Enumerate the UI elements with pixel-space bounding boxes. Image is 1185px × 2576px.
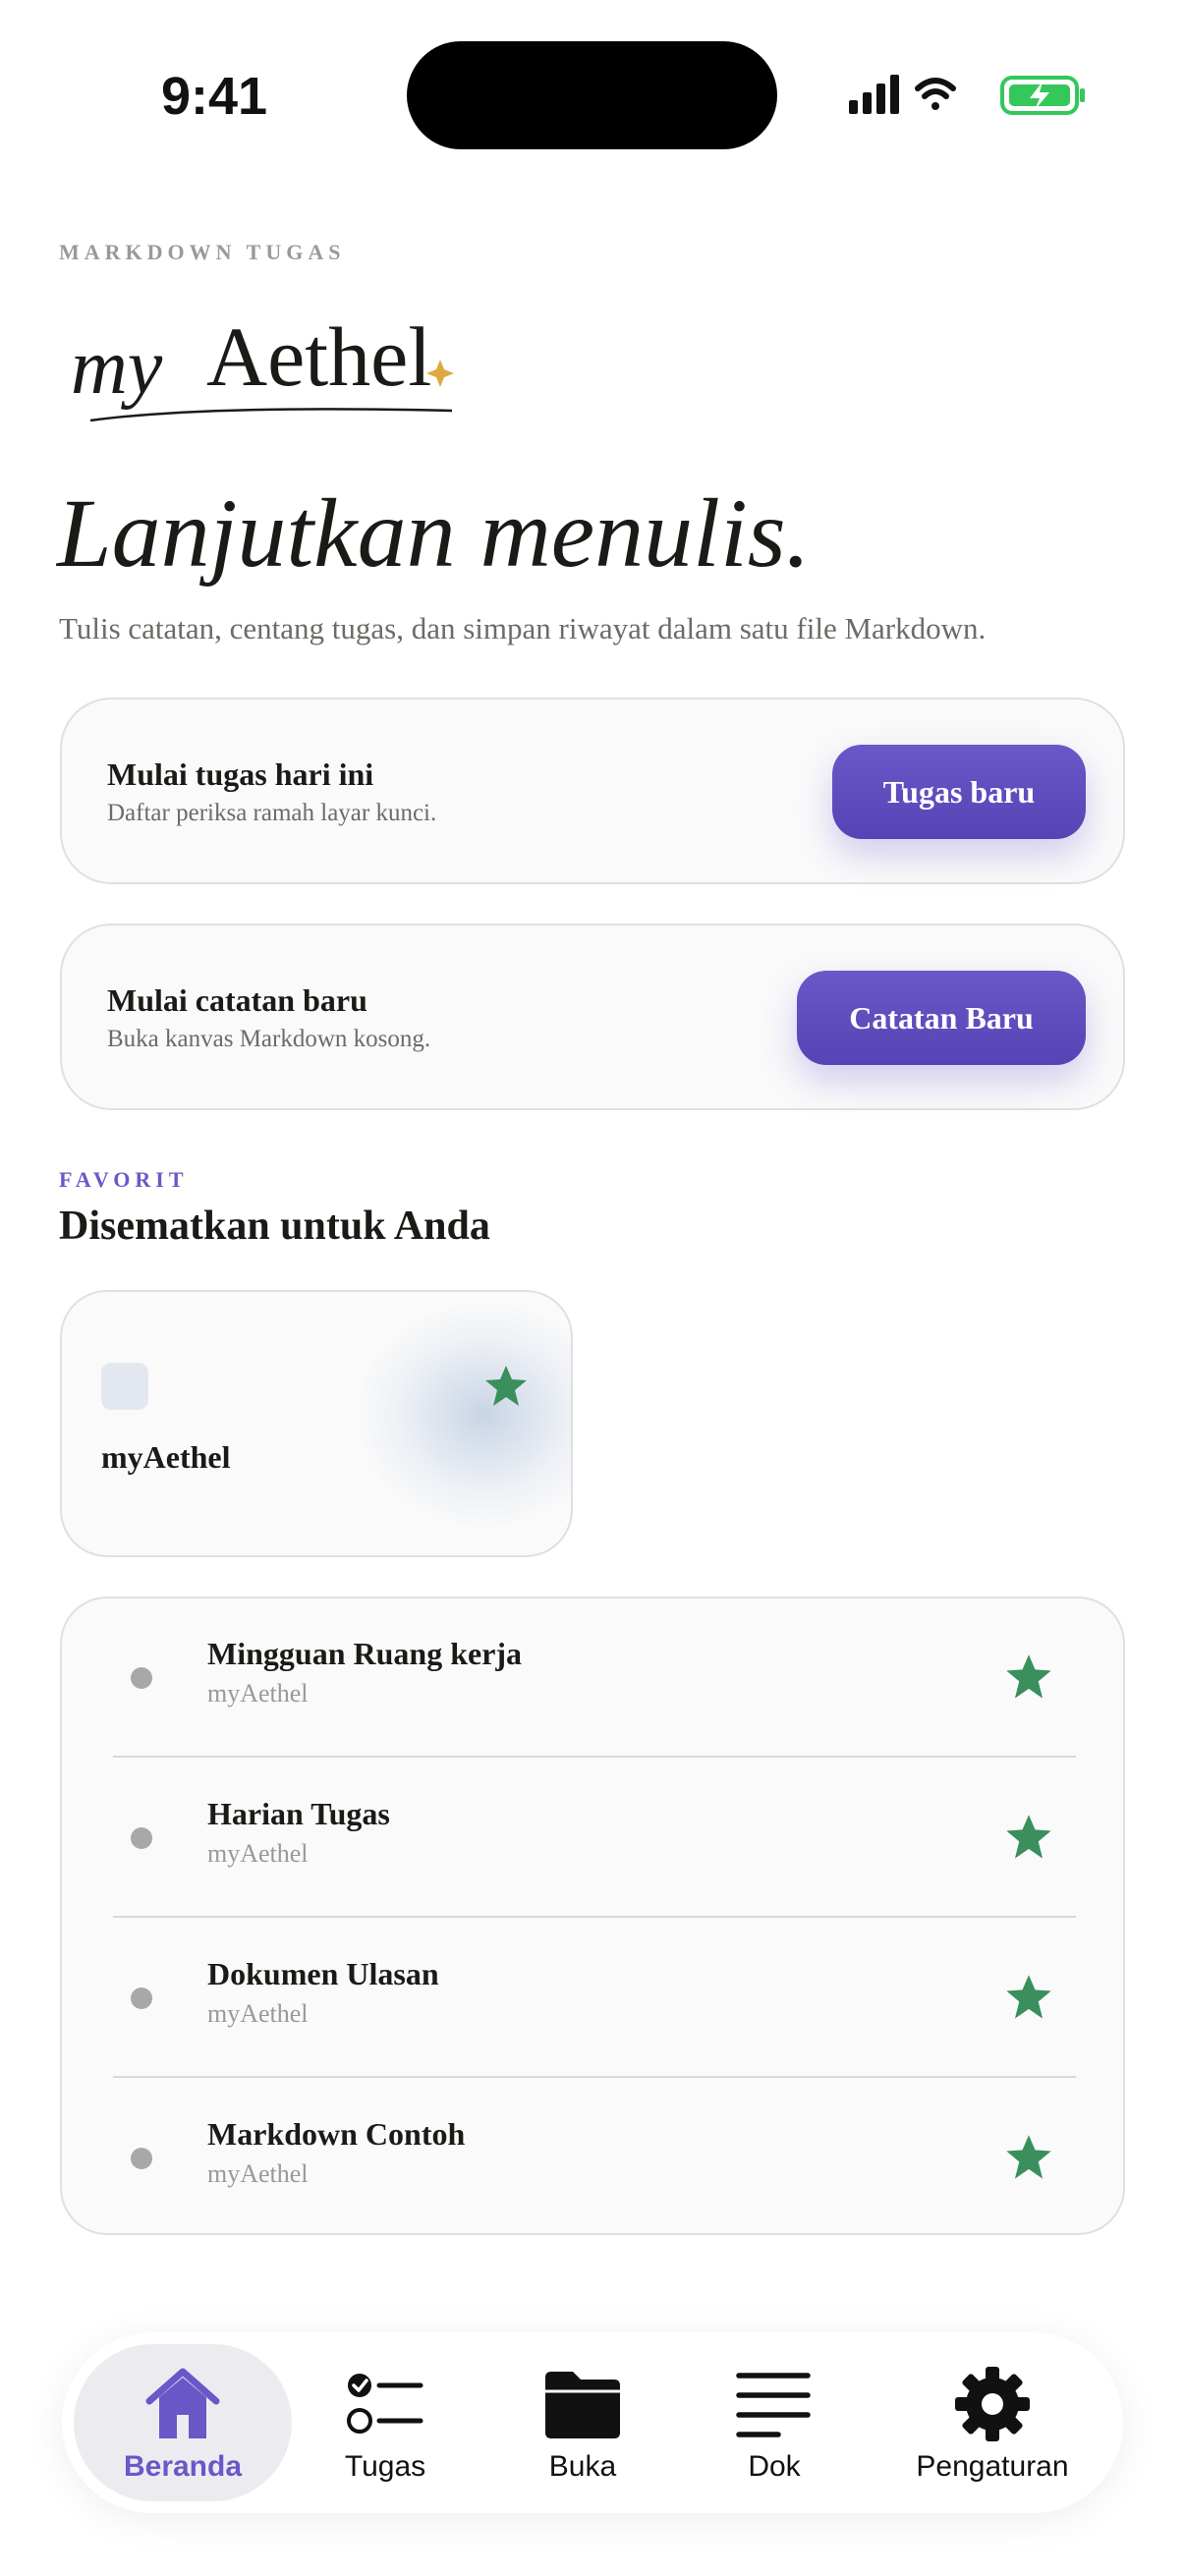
card-title: Mulai catatan baru [107, 982, 367, 1018]
list-item-subtitle: myAethel [207, 1999, 309, 2028]
tab-tasks[interactable]: Tugas [311, 2332, 459, 2513]
card-subtitle: Daftar periksa ramah layar kunci. [107, 800, 437, 826]
new-task-button[interactable]: Tugas baru [832, 745, 1086, 839]
divider [113, 1756, 1076, 1758]
gear-icon [951, 2366, 1034, 2442]
battery-icon [1000, 76, 1085, 115]
tab-home[interactable]: Beranda [74, 2332, 292, 2513]
favorites-eyebrow: FAVORIT [59, 1167, 189, 1192]
tab-label: Beranda [123, 2450, 243, 2483]
new-note-card: Mulai catatan baru Buka kanvas Markdown … [60, 924, 1125, 1110]
star-icon[interactable] [1003, 1652, 1054, 1703]
svg-text:my: my [71, 324, 163, 411]
list-item-title: Harian Tugas [207, 1796, 390, 1831]
list-item[interactable]: Mingguan Ruang kerja myAethel [62, 1598, 1123, 1759]
pinned-card-glow [357, 1302, 571, 1528]
list-item-title: Mingguan Ruang kerja [207, 1636, 523, 1671]
list-item-subtitle: myAethel [207, 1839, 309, 1868]
list-item-subtitle: myAethel [207, 2159, 309, 2188]
list-item[interactable]: Markdown Contoh myAethel [62, 2079, 1123, 2233]
card-title: Mulai tugas hari ini [107, 756, 374, 792]
status-time: 9:41 [160, 67, 268, 126]
tab-settings[interactable]: Pengaturan [879, 2332, 1105, 2513]
wifi-icon [915, 78, 956, 110]
home-icon [141, 2366, 224, 2442]
tab-label: Tugas [344, 2450, 426, 2483]
document-thumbnail [101, 1363, 148, 1410]
tab-label: Pengaturan [916, 2450, 1069, 2483]
tab-open[interactable]: Buka [504, 2332, 661, 2513]
divider [113, 1916, 1076, 1918]
tab-label: Dok [748, 2450, 801, 2483]
pinned-title: myAethel [101, 1439, 231, 1475]
star-icon[interactable] [1003, 1972, 1054, 2023]
favorites-heading: Disematkan untuk Anda [59, 1204, 490, 1249]
app-logo: my Aethel [59, 295, 472, 452]
folder-icon [541, 2366, 624, 2442]
list-item-title: Markdown Contoh [207, 2116, 466, 2152]
document-lines-icon [733, 2366, 816, 2442]
star-icon[interactable] [482, 1363, 530, 1410]
checklist-icon [344, 2366, 426, 2442]
card-subtitle: Buka kanvas Markdown kosong. [107, 1026, 431, 1052]
star-icon[interactable] [1003, 1812, 1054, 1863]
cellular-signal-icon [849, 75, 899, 114]
tab-docs[interactable]: Dok [701, 2332, 848, 2513]
svg-text:Aethel: Aethel [206, 309, 431, 404]
page-subtitle: Tulis catatan, centang tugas, dan simpan… [59, 611, 987, 645]
bullet-icon [131, 1988, 152, 2009]
document-list: Mingguan Ruang kerja myAethel Harian Tug… [60, 1596, 1125, 2235]
status-icons [849, 71, 1085, 120]
bullet-icon [131, 1827, 152, 1849]
list-item-subtitle: myAethel [207, 1679, 309, 1708]
page-headline: Lanjutkan menulis. [57, 478, 811, 588]
tab-bar: Beranda Tugas Buka Dok Pengaturan [62, 2332, 1123, 2513]
bullet-icon [131, 2148, 152, 2169]
list-item-title: Dokumen Ulasan [207, 1956, 439, 1991]
bullet-icon [131, 1667, 152, 1689]
new-task-card: Mulai tugas hari ini Daftar periksa rama… [60, 698, 1125, 884]
list-item[interactable]: Harian Tugas myAethel [62, 1759, 1123, 1919]
divider [113, 2076, 1076, 2078]
tab-label: Buka [548, 2450, 617, 2483]
dynamic-island [407, 41, 777, 149]
new-note-button[interactable]: Catatan Baru [797, 971, 1086, 1065]
section-eyebrow: MARKDOWN TUGAS [59, 240, 346, 264]
star-icon[interactable] [1003, 2132, 1054, 2183]
list-item[interactable]: Dokumen Ulasan myAethel [62, 1919, 1123, 2079]
pinned-card[interactable]: myAethel [60, 1290, 573, 1557]
